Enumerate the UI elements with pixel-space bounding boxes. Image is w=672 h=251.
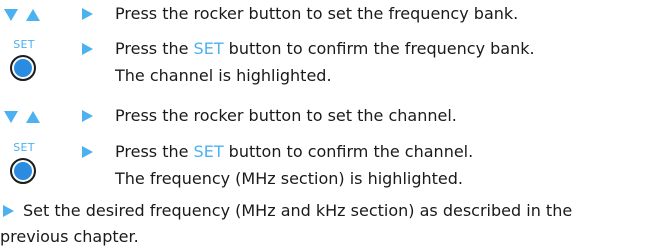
step-text-after: button to confirm the channel.	[223, 142, 474, 161]
set-button-icon: SET	[8, 141, 48, 189]
step-text-line-1: Press the SET button to confirm the chan…	[115, 139, 473, 165]
step-text-line-1: Press the SET button to confirm the freq…	[115, 36, 535, 62]
final-step-line-1: Set the desired frequency (MHz and kHz s…	[23, 201, 573, 220]
bullet-arrow-icon	[82, 8, 93, 20]
set-button-caption: SET	[13, 141, 35, 154]
rocker-up-down-icon	[2, 1, 44, 27]
bullet-arrow-icon	[82, 110, 93, 122]
set-button-icon: SET	[8, 38, 48, 86]
rocker-up-down-icon	[2, 103, 44, 129]
set-button-caption: SET	[13, 38, 35, 51]
step-text-before: Press the	[115, 39, 194, 58]
step-text-before: Press the	[115, 142, 194, 161]
step-text: Press the rocker button to set the frequ…	[115, 4, 519, 23]
set-keyword: SET	[193, 142, 224, 161]
step-text-line-2: The channel is highlighted.	[115, 66, 332, 85]
step-text-after: button to confirm the frequency bank.	[223, 39, 535, 58]
final-step-line-2: previous chapter.	[0, 227, 139, 246]
set-button-circle	[10, 55, 36, 81]
step-text-line-2: The frequency (MHz section) is highlight…	[115, 169, 463, 188]
set-keyword: SET	[193, 39, 224, 58]
bullet-arrow-icon	[82, 146, 93, 158]
bullet-arrow-icon	[82, 43, 93, 55]
step-text: Press the rocker button to set the chann…	[115, 106, 457, 125]
bullet-arrow-icon	[3, 205, 14, 217]
set-button-circle	[10, 158, 36, 184]
